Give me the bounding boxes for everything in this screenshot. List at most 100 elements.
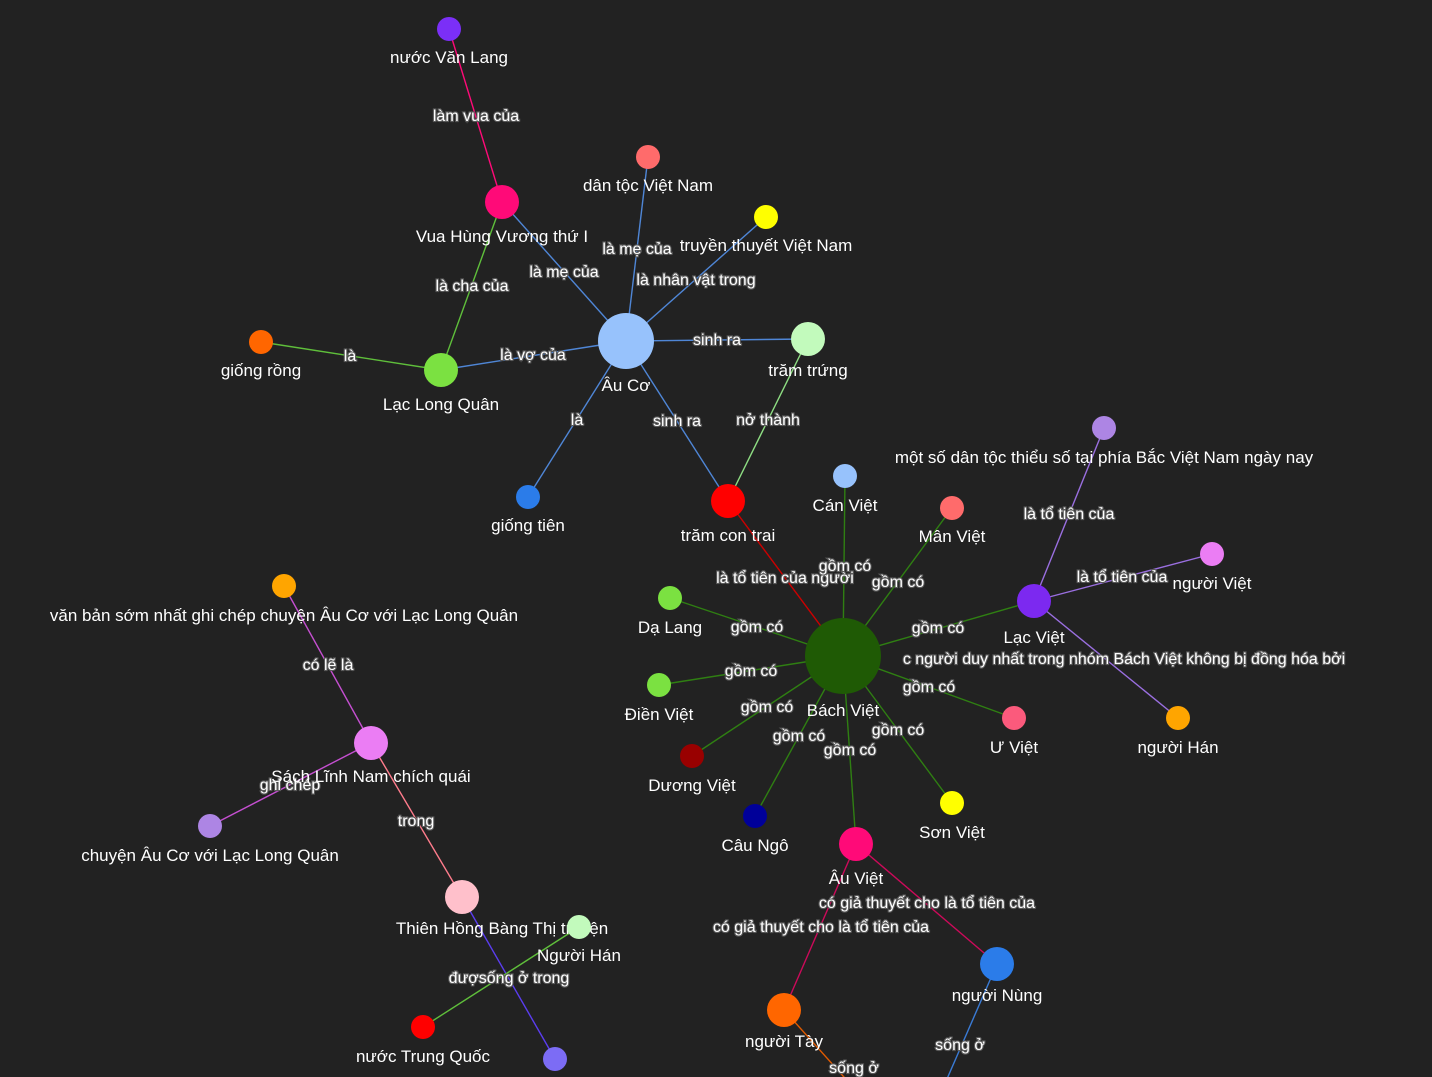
edge-label-bach-viet-to-cau-ngo: gồm có xyxy=(773,728,826,745)
node-mot-so-dan-toc[interactable]: một số dân tộc thiểu số tại phía Bắc Việ… xyxy=(895,416,1314,467)
node-circle[interactable] xyxy=(636,145,660,169)
node-nuoc-van-lang[interactable]: nước Văn Lang xyxy=(390,17,508,67)
node-label: giống tiên xyxy=(491,516,565,535)
node-circle[interactable] xyxy=(980,947,1014,981)
node-circle[interactable] xyxy=(598,313,654,369)
edge-label-bach-viet-to-lac-viet: gồm có xyxy=(912,620,965,637)
node-nguoi-viet[interactable]: người Việt xyxy=(1173,542,1252,593)
node-label: Điền Việt xyxy=(625,705,694,724)
node-u-viet[interactable]: Ư Việt xyxy=(990,706,1039,757)
node-circle[interactable] xyxy=(424,353,458,387)
node-chuyen-au-co[interactable]: chuyện Âu Cơ với Lạc Long Quân xyxy=(81,814,339,865)
node-circle[interactable] xyxy=(1002,706,1026,730)
edge-label-bach-viet-to-can-viet: gồm có xyxy=(819,558,872,575)
node-circle[interactable] xyxy=(839,827,873,861)
node-man-viet[interactable]: Mân Việt xyxy=(919,496,986,546)
node-nguoi-tay[interactable]: người Tày xyxy=(745,993,823,1051)
node-circle[interactable] xyxy=(485,185,519,219)
node-nguoi-nung[interactable]: người Nùng xyxy=(952,947,1043,1005)
edge-nguoi-nung-to-offscreen-b[interactable] xyxy=(940,963,998,1077)
node-cau-ngo[interactable]: Câu Ngô xyxy=(721,804,789,855)
node-label: nước Trung Quốc xyxy=(356,1047,491,1066)
node-tram-con-trai[interactable]: trăm con trai xyxy=(681,484,775,545)
node-circle[interactable] xyxy=(1166,706,1190,730)
node-label: nước Văn Lang xyxy=(390,48,508,67)
node-circle[interactable] xyxy=(1200,542,1224,566)
node-label: người Hán xyxy=(1137,738,1218,757)
node-label: Lạc Long Quân xyxy=(383,395,499,414)
edge-label-lac-viet-to-nguoi-viet: là tổ tiên của xyxy=(1077,568,1168,586)
node-circle[interactable] xyxy=(647,673,671,697)
node-giong-rong[interactable]: giống rồng xyxy=(221,330,301,380)
edge-label-tram-trung-to-tram-con-trai: nở thành xyxy=(736,412,800,429)
node-label: Người Hán xyxy=(537,946,621,965)
node-circle[interactable] xyxy=(791,322,825,356)
node-circle[interactable] xyxy=(445,880,479,914)
edge-label-lac-viet-to-mot-so-dan-toc: là tổ tiên của xyxy=(1024,505,1115,523)
edge-label-bach-viet-to-duong-viet: gồm có xyxy=(741,699,794,716)
node-label: Vua Hùng Vương thứ I xyxy=(416,227,588,246)
node-circle[interactable] xyxy=(767,993,801,1027)
node-circle[interactable] xyxy=(711,484,745,518)
node-nuoc-trung-quoc[interactable]: nước Trung Quốc xyxy=(356,1015,491,1066)
edge-label-au-co-to-truyen-thuyet: là nhân vật trong xyxy=(636,272,755,289)
node-bach-viet[interactable]: Bách Việt xyxy=(805,618,881,720)
edge-label-bach-viet-to-u-viet: gồm có xyxy=(903,679,956,696)
node-circle[interactable] xyxy=(680,744,704,768)
node-label: dân tộc Việt Nam xyxy=(583,176,713,195)
node-vua-hung[interactable]: Vua Hùng Vương thứ I xyxy=(416,185,588,246)
edge-label-vua-hung-to-nuoc-van-lang: làm vua của xyxy=(433,108,519,125)
edge-label-bach-viet-to-au-viet: gồm có xyxy=(824,742,877,759)
node-dan-toc-vn[interactable]: dân tộc Việt Nam xyxy=(583,145,713,195)
node-son-viet[interactable]: Sơn Việt xyxy=(919,791,985,842)
node-circle[interactable] xyxy=(516,485,540,509)
edge-label-thien-hong-bang-to-linh-nam: trong xyxy=(398,813,434,830)
node-circle[interactable] xyxy=(198,814,222,838)
edge-label-au-co-to-giong-tien: là xyxy=(571,412,584,429)
edge-label-nguoi-nung-to-offscreen-b: sống ở xyxy=(935,1037,985,1054)
node-label: người Tày xyxy=(745,1032,823,1051)
node-lac-viet[interactable]: Lạc Việt xyxy=(1003,584,1065,647)
node-au-viet[interactable]: Âu Việt xyxy=(829,827,884,888)
edge-label-nguoi-tay-to-offscreen-a: sống ở xyxy=(829,1060,879,1077)
node-circle[interactable] xyxy=(658,586,682,610)
node-circle[interactable] xyxy=(743,804,767,828)
node-circle[interactable] xyxy=(437,17,461,41)
node-giong-tien[interactable]: giống tiên xyxy=(491,485,565,535)
edge-label-van-ban-som-to-linh-nam: có lẽ là xyxy=(303,657,354,674)
node-linh-nam[interactable]: Sách Lĩnh Nam chích quái xyxy=(271,726,471,786)
node-circle[interactable] xyxy=(543,1047,567,1071)
edge-label-au-co-to-lac-long-quan: là vợ của xyxy=(500,347,566,364)
node-circle[interactable] xyxy=(411,1015,435,1039)
node-circle[interactable] xyxy=(805,618,881,694)
node-circle[interactable] xyxy=(754,205,778,229)
node-label: văn bản sớm nhất ghi chép chuyện Âu Cơ v… xyxy=(50,606,518,625)
node-da-lang[interactable]: Dạ Lang xyxy=(638,586,702,637)
node-circle[interactable] xyxy=(354,726,388,760)
node-label: Âu Việt xyxy=(829,869,884,888)
node-circle[interactable] xyxy=(940,496,964,520)
node-tram-trung[interactable]: trăm trứng xyxy=(768,322,848,380)
node-circle[interactable] xyxy=(940,791,964,815)
node-circle[interactable] xyxy=(567,915,591,939)
node-circle[interactable] xyxy=(1017,584,1051,618)
node-circle[interactable] xyxy=(1092,416,1116,440)
node-purple-bottom[interactable] xyxy=(543,1047,567,1071)
edge-label-lac-viet-to-nguoi-han: c người duy nhất trong nhóm Bách Việt kh… xyxy=(903,651,1345,668)
node-label: Dương Việt xyxy=(648,776,736,795)
node-label: chuyện Âu Cơ với Lạc Long Quân xyxy=(81,846,339,865)
node-duong-viet[interactable]: Dương Việt xyxy=(648,744,736,795)
node-label: trăm con trai xyxy=(681,526,775,545)
node-label: Sách Lĩnh Nam chích quái xyxy=(271,767,470,786)
node-van-ban-som[interactable]: văn bản sớm nhất ghi chép chuyện Âu Cơ v… xyxy=(50,574,518,625)
node-circle[interactable] xyxy=(833,464,857,488)
node-nguoi-han[interactable]: người Hán xyxy=(1137,706,1219,757)
node-truyen-thuyet[interactable]: truyền thuyết Việt Nam xyxy=(680,205,853,255)
node-label: Mân Việt xyxy=(919,527,986,546)
knowledge-graph[interactable]: làm vua của là mẹ củalà mẹ của là nhân vật… xyxy=(0,0,1432,1077)
node-lac-long-quan[interactable]: Lạc Long Quân xyxy=(383,353,499,414)
node-label: một số dân tộc thiểu số tại phía Bắc Việ… xyxy=(895,448,1314,467)
node-au-co[interactable]: Âu Cơ xyxy=(598,313,654,395)
node-circle[interactable] xyxy=(272,574,296,598)
node-circle[interactable] xyxy=(249,330,273,354)
